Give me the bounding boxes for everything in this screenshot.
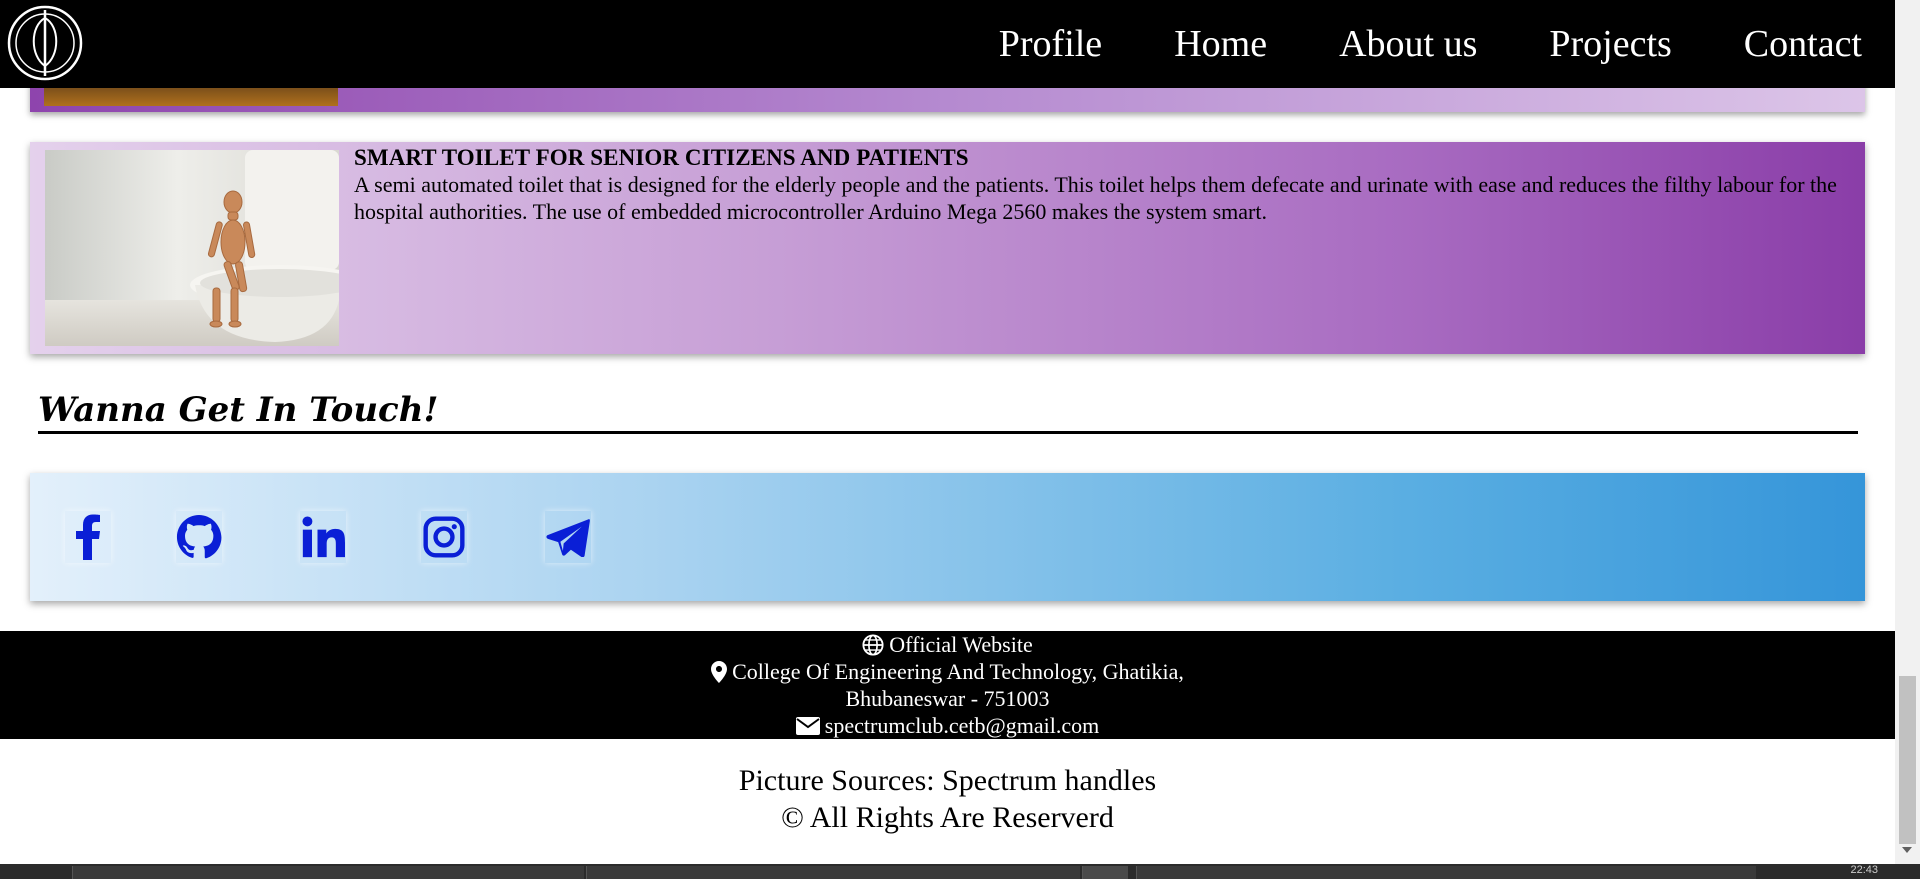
footer-address-line2: Bhubaneswar - 751003 [0,685,1895,712]
nav-home[interactable]: Home [1174,22,1267,66]
project-card: SMART TOILET FOR SENIOR CITIZENS AND PAT… [30,142,1865,354]
footer-website[interactable]: Official Website [0,631,1895,658]
taskbar-item[interactable] [586,866,1080,879]
nav-links: Profile Home About us Projects Contact [927,0,1862,88]
footer-address-text2: Bhubaneswar - 751003 [845,686,1050,711]
globe-icon [862,633,884,656]
telegram-icon[interactable] [545,511,591,563]
navbar: Profile Home About us Projects Contact [0,0,1895,88]
nav-about-us[interactable]: About us [1339,22,1477,66]
credits: Picture Sources: Spectrum handles © All … [0,762,1895,836]
spectrum-logo-icon[interactable] [6,4,84,82]
taskbar-item[interactable] [1082,866,1128,879]
footer-website-label: Official Website [889,632,1033,657]
picture-sources: Picture Sources: Spectrum handles [738,764,1157,797]
project-image [45,150,339,346]
linkedin-icon[interactable] [300,511,346,563]
facebook-icon[interactable] [65,511,111,563]
nav-contact[interactable]: Contact [1744,22,1862,66]
project-text: SMART TOILET FOR SENIOR CITIZENS AND PAT… [354,144,1841,225]
project-title: SMART TOILET FOR SENIOR CITIZENS AND PAT… [354,145,969,170]
contact-heading: Wanna Get In Touch! [38,388,1858,434]
scroll-down-arrow-icon[interactable] [1902,847,1912,853]
taskbar-item[interactable] [72,866,584,879]
instagram-icon[interactable] [421,511,467,563]
map-marker-icon [711,660,728,683]
footer-address-line1: College Of Engineering And Technology, G… [0,658,1895,685]
taskbar: 22:43 [0,864,1920,879]
all-rights: © All Rights Are Reserverd [781,801,1114,834]
project-description: A semi automated toilet that is designed… [354,172,1837,224]
footer-address-text1: College Of Engineering And Technology, G… [732,659,1184,684]
scrollbar-thumb[interactable] [1899,676,1916,844]
taskbar-item[interactable] [1136,866,1756,879]
page: Profile Home About us Projects Contact S… [0,0,1895,864]
nav-projects[interactable]: Projects [1549,22,1671,66]
github-icon[interactable] [176,511,222,563]
envelope-icon [795,716,820,735]
footer-email[interactable]: spectrumclub.cetb@gmail.com [0,712,1895,739]
social-bar [30,473,1865,601]
footer: Official Website College Of Engineering … [0,631,1895,739]
vertical-scrollbar[interactable] [1895,0,1920,864]
footer-email-label: spectrumclub.cetb@gmail.com [824,713,1100,738]
nav-profile[interactable]: Profile [999,22,1102,66]
taskbar-clock: 22:43 [1850,864,1878,876]
